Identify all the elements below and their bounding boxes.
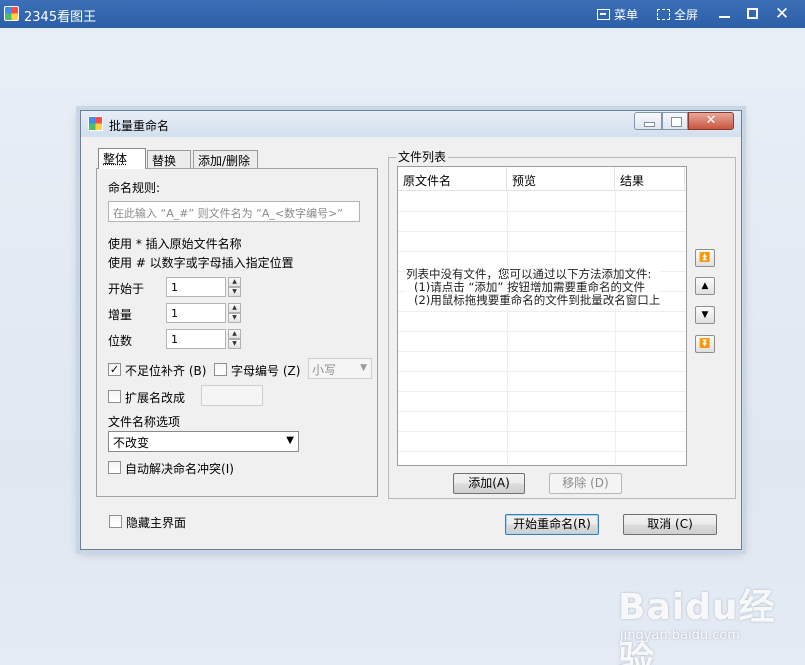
increment-input[interactable]: 1 bbox=[166, 303, 226, 323]
dialog-titlebar: 批量重命名 ✕ bbox=[81, 111, 741, 137]
move-up-button[interactable]: ▲ bbox=[695, 277, 715, 295]
move-bottom-button[interactable]: ⏬ bbox=[695, 335, 715, 353]
grid-line bbox=[615, 191, 616, 465]
baidu-logo-icon: Baidu经验 bbox=[618, 587, 776, 665]
hint-insert-original: 使用 * 插入原始文件名称 bbox=[108, 237, 242, 251]
grid-line bbox=[507, 191, 508, 465]
baidu-watermark: Baidu经验 jingyan.baidu.com bbox=[600, 578, 795, 665]
auto-resolve-checkbox[interactable] bbox=[108, 461, 121, 474]
empty-message-line: (2)用鼠标拖拽要重命名的文件到批量改名窗口上 bbox=[414, 293, 661, 307]
filename-option-label: 文件名称选项 bbox=[108, 415, 181, 429]
increment-label: 增量 bbox=[108, 308, 133, 322]
spin-up-icon[interactable]: ▲ bbox=[228, 329, 241, 339]
column-result[interactable]: 结果 bbox=[615, 167, 685, 191]
grid-line bbox=[398, 311, 686, 312]
hide-main-label[interactable]: 隐藏主界面 bbox=[126, 514, 186, 531]
file-list-header: 原文件名 预览 结果 bbox=[398, 167, 686, 191]
empty-list-message: 列表中没有文件，您可以通过以下方法添加文件: (1)请点击 “添加” 按钮增加需… bbox=[406, 268, 661, 307]
tab-add-remove[interactable]: 添加/删除 bbox=[193, 150, 258, 168]
grid-line bbox=[398, 371, 686, 372]
grid-line bbox=[398, 251, 686, 252]
column-original-name[interactable]: 原文件名 bbox=[398, 167, 507, 191]
grid-line bbox=[398, 211, 686, 212]
menu-icon bbox=[597, 8, 610, 20]
extension-checkbox[interactable] bbox=[108, 390, 121, 403]
pad-checkbox[interactable]: ✓ bbox=[108, 363, 121, 376]
fullscreen-button[interactable]: 全屏 bbox=[657, 5, 698, 23]
start-at-label: 开始于 bbox=[108, 282, 145, 296]
dialog-minimize-button[interactable] bbox=[634, 112, 662, 130]
move-top-button[interactable]: ⏫ bbox=[695, 249, 715, 267]
minimize-button[interactable] bbox=[715, 4, 735, 24]
letter-number-checkbox[interactable] bbox=[214, 363, 227, 376]
maximize-button[interactable] bbox=[743, 4, 763, 24]
watermark-url: jingyan.baidu.com bbox=[620, 628, 740, 643]
dialog-app-icon bbox=[88, 116, 103, 131]
dialog-maximize-button[interactable] bbox=[662, 112, 688, 130]
grid-line bbox=[398, 231, 686, 232]
grid-line bbox=[398, 431, 686, 432]
extension-label[interactable]: 扩展名改成 bbox=[125, 389, 185, 406]
naming-rule-input[interactable]: 在此输入 “A_#” 则文件名为 “A_<数字编号>” bbox=[108, 201, 360, 222]
grid-line bbox=[398, 411, 686, 412]
spin-up-icon[interactable]: ▲ bbox=[228, 277, 241, 287]
app-titlebar: 2345看图王 菜单 全屏 ✕ bbox=[0, 0, 805, 28]
file-list[interactable]: 原文件名 预览 结果 列表中没有文件，您可以通过以下方法添加文件: (1)请点击… bbox=[397, 166, 687, 466]
spin-down-icon[interactable]: ▼ bbox=[228, 287, 241, 297]
start-at-input[interactable]: 1 bbox=[166, 277, 226, 297]
extension-input[interactable] bbox=[201, 385, 263, 406]
digits-input[interactable]: 1 bbox=[166, 329, 226, 349]
checkmark-icon: ✓ bbox=[109, 363, 120, 376]
dialog-title: 批量重命名 bbox=[109, 119, 170, 133]
pad-label[interactable]: 不足位补齐 (B) bbox=[125, 362, 206, 379]
remove-button[interactable]: 移除 (D) bbox=[549, 473, 622, 494]
hint-insert-number: 使用 # 以数字或字母插入指定位置 bbox=[108, 256, 294, 270]
file-list-label: 文件列表 bbox=[396, 148, 449, 165]
grid-line bbox=[398, 331, 686, 332]
naming-rule-label: 命名规则: bbox=[108, 181, 161, 195]
fullscreen-label: 全屏 bbox=[674, 7, 699, 22]
letter-case-select[interactable]: 小写 ▼ bbox=[308, 358, 372, 379]
filename-option-select[interactable]: 不改变 ▼ bbox=[108, 431, 299, 452]
batch-rename-dialog: 批量重命名 ✕ 命名规则: 在此输入 “A_#” 则文件名为 “A_<数字编号>… bbox=[80, 110, 742, 550]
spin-down-icon[interactable]: ▼ bbox=[228, 313, 241, 323]
menu-label: 菜单 bbox=[614, 7, 639, 22]
move-down-button[interactable]: ▼ bbox=[695, 306, 715, 324]
close-button[interactable]: ✕ bbox=[772, 4, 792, 24]
grid-line bbox=[398, 351, 686, 352]
chevron-down-icon: ▼ bbox=[360, 363, 367, 373]
app-logo-icon bbox=[4, 6, 19, 21]
hide-main-checkbox[interactable] bbox=[109, 515, 122, 528]
tab-whole[interactable]: 整体 bbox=[98, 148, 146, 169]
tab-replace[interactable]: 替换 bbox=[147, 150, 191, 168]
digits-label: 位数 bbox=[108, 334, 133, 348]
cancel-button[interactable]: 取消 (C) bbox=[623, 514, 717, 535]
start-at-spinner[interactable]: ▲ ▼ bbox=[228, 277, 241, 297]
letter-number-label[interactable]: 字母编号 (Z) bbox=[231, 362, 300, 379]
increment-spinner[interactable]: ▲ ▼ bbox=[228, 303, 241, 323]
column-preview[interactable]: 预览 bbox=[507, 167, 615, 191]
spin-down-icon[interactable]: ▼ bbox=[228, 339, 241, 349]
dialog-close-button[interactable]: ✕ bbox=[688, 112, 734, 130]
grid-line bbox=[398, 391, 686, 392]
app-title: 2345看图王 bbox=[24, 10, 97, 25]
start-rename-button[interactable]: 开始重命名(R) bbox=[505, 514, 599, 535]
auto-resolve-label[interactable]: 自动解决命名冲突(I) bbox=[125, 460, 234, 477]
digits-spinner[interactable]: ▲ ▼ bbox=[228, 329, 241, 349]
chevron-down-icon: ▼ bbox=[286, 435, 294, 446]
fullscreen-icon bbox=[657, 8, 670, 20]
menu-button[interactable]: 菜单 bbox=[597, 5, 638, 23]
grid-line bbox=[398, 451, 686, 452]
spin-up-icon[interactable]: ▲ bbox=[228, 303, 241, 313]
add-button[interactable]: 添加(A) bbox=[453, 473, 525, 494]
